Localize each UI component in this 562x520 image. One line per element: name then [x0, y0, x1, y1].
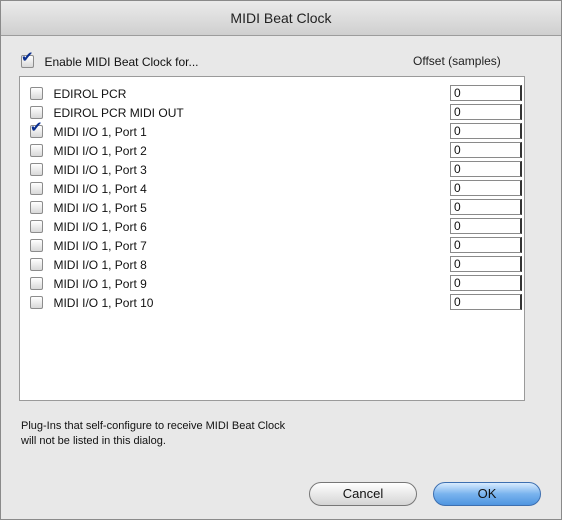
device-checkbox[interactable] [30, 220, 43, 234]
device-row-port-7[interactable]: MIDI I/O 1, Port 7 [30, 237, 147, 253]
device-label: MIDI I/O 1, Port 6 [53, 219, 147, 234]
device-row-port-8[interactable]: MIDI I/O 1, Port 8 [30, 256, 147, 272]
device-label: MIDI I/O 1, Port 10 [53, 295, 154, 310]
device-row-port-10[interactable]: MIDI I/O 1, Port 10 [30, 294, 153, 310]
offset-field-port-3[interactable] [450, 161, 522, 177]
device-row-port-4[interactable]: MIDI I/O 1, Port 4 [30, 180, 147, 196]
device-list[interactable]: EDIROL PCR EDIROL PCR MIDI OUT ✔ MIDI I/… [19, 76, 525, 401]
cancel-button[interactable]: Cancel [309, 482, 417, 506]
device-checkbox[interactable] [30, 182, 43, 196]
device-checkbox[interactable] [30, 277, 43, 291]
offset-column-header: Offset (samples) [413, 54, 501, 68]
device-label: MIDI I/O 1, Port 5 [53, 200, 147, 215]
device-label: MIDI I/O 1, Port 9 [53, 276, 147, 291]
device-checkbox[interactable] [30, 163, 43, 177]
ok-button[interactable]: OK [433, 482, 541, 506]
device-label: EDIROL PCR MIDI OUT [53, 105, 184, 120]
device-row-edirol-pcr[interactable]: EDIROL PCR [30, 85, 126, 101]
device-checkbox[interactable] [30, 258, 43, 272]
device-row-port-3[interactable]: MIDI I/O 1, Port 3 [30, 161, 147, 177]
device-checkbox[interactable] [30, 87, 43, 101]
device-checkbox[interactable]: ✔ [30, 120, 43, 139]
plugin-note-line-1: Plug-Ins that self-configure to receive … [21, 420, 286, 432]
device-row-port-2[interactable]: MIDI I/O 1, Port 2 [30, 142, 147, 158]
device-label: MIDI I/O 1, Port 4 [53, 181, 147, 196]
device-row-port-6[interactable]: MIDI I/O 1, Port 6 [30, 218, 147, 234]
offset-field-port-5[interactable] [450, 199, 522, 215]
device-row-port-9[interactable]: MIDI I/O 1, Port 9 [30, 275, 147, 291]
offset-field-port-10[interactable] [450, 294, 522, 310]
window-title: MIDI Beat Clock [1, 1, 561, 36]
device-label: MIDI I/O 1, Port 2 [53, 143, 147, 158]
offset-field-port-8[interactable] [450, 256, 522, 272]
device-checkbox[interactable] [30, 106, 43, 120]
device-checkbox[interactable] [30, 296, 43, 310]
enable-beat-clock-checkbox[interactable]: ✔ [21, 50, 34, 69]
offset-field-port-7[interactable] [450, 237, 522, 253]
enable-beat-clock-row[interactable]: ✔ Enable MIDI Beat Clock for... [21, 50, 199, 71]
offset-field-port-2[interactable] [450, 142, 522, 158]
device-label: MIDI I/O 1, Port 1 [53, 124, 147, 139]
device-checkbox[interactable] [30, 201, 43, 215]
offset-field-port-6[interactable] [450, 218, 522, 234]
device-checkbox[interactable] [30, 144, 43, 158]
offset-field-edirol-pcr[interactable] [450, 85, 522, 101]
device-label: EDIROL PCR [53, 86, 127, 101]
offset-field-port-4[interactable] [450, 180, 522, 196]
offset-field-port-1[interactable] [450, 123, 522, 139]
plugin-note: Plug-Ins that self-configure to receive … [21, 419, 441, 449]
midi-beat-clock-dialog: MIDI Beat Clock ✔ Enable MIDI Beat Clock… [0, 0, 562, 520]
device-checkbox[interactable] [30, 239, 43, 253]
device-label: MIDI I/O 1, Port 7 [53, 238, 147, 253]
enable-beat-clock-label: Enable MIDI Beat Clock for... [44, 54, 199, 69]
checkmark-icon: ✔ [21, 49, 34, 67]
offset-field-port-9[interactable] [450, 275, 522, 291]
device-label: MIDI I/O 1, Port 8 [53, 257, 147, 272]
checkmark-icon: ✔ [30, 119, 43, 137]
device-row-port-5[interactable]: MIDI I/O 1, Port 5 [30, 199, 147, 215]
offset-field-edirol-pcr-midi-out[interactable] [450, 104, 522, 120]
device-row-edirol-pcr-midi-out[interactable]: EDIROL PCR MIDI OUT [30, 104, 184, 120]
device-row-port-1[interactable]: ✔ MIDI I/O 1, Port 1 [30, 120, 147, 139]
plugin-note-line-2: will not be listed in this dialog. [21, 435, 166, 447]
device-label: MIDI I/O 1, Port 3 [53, 162, 147, 177]
